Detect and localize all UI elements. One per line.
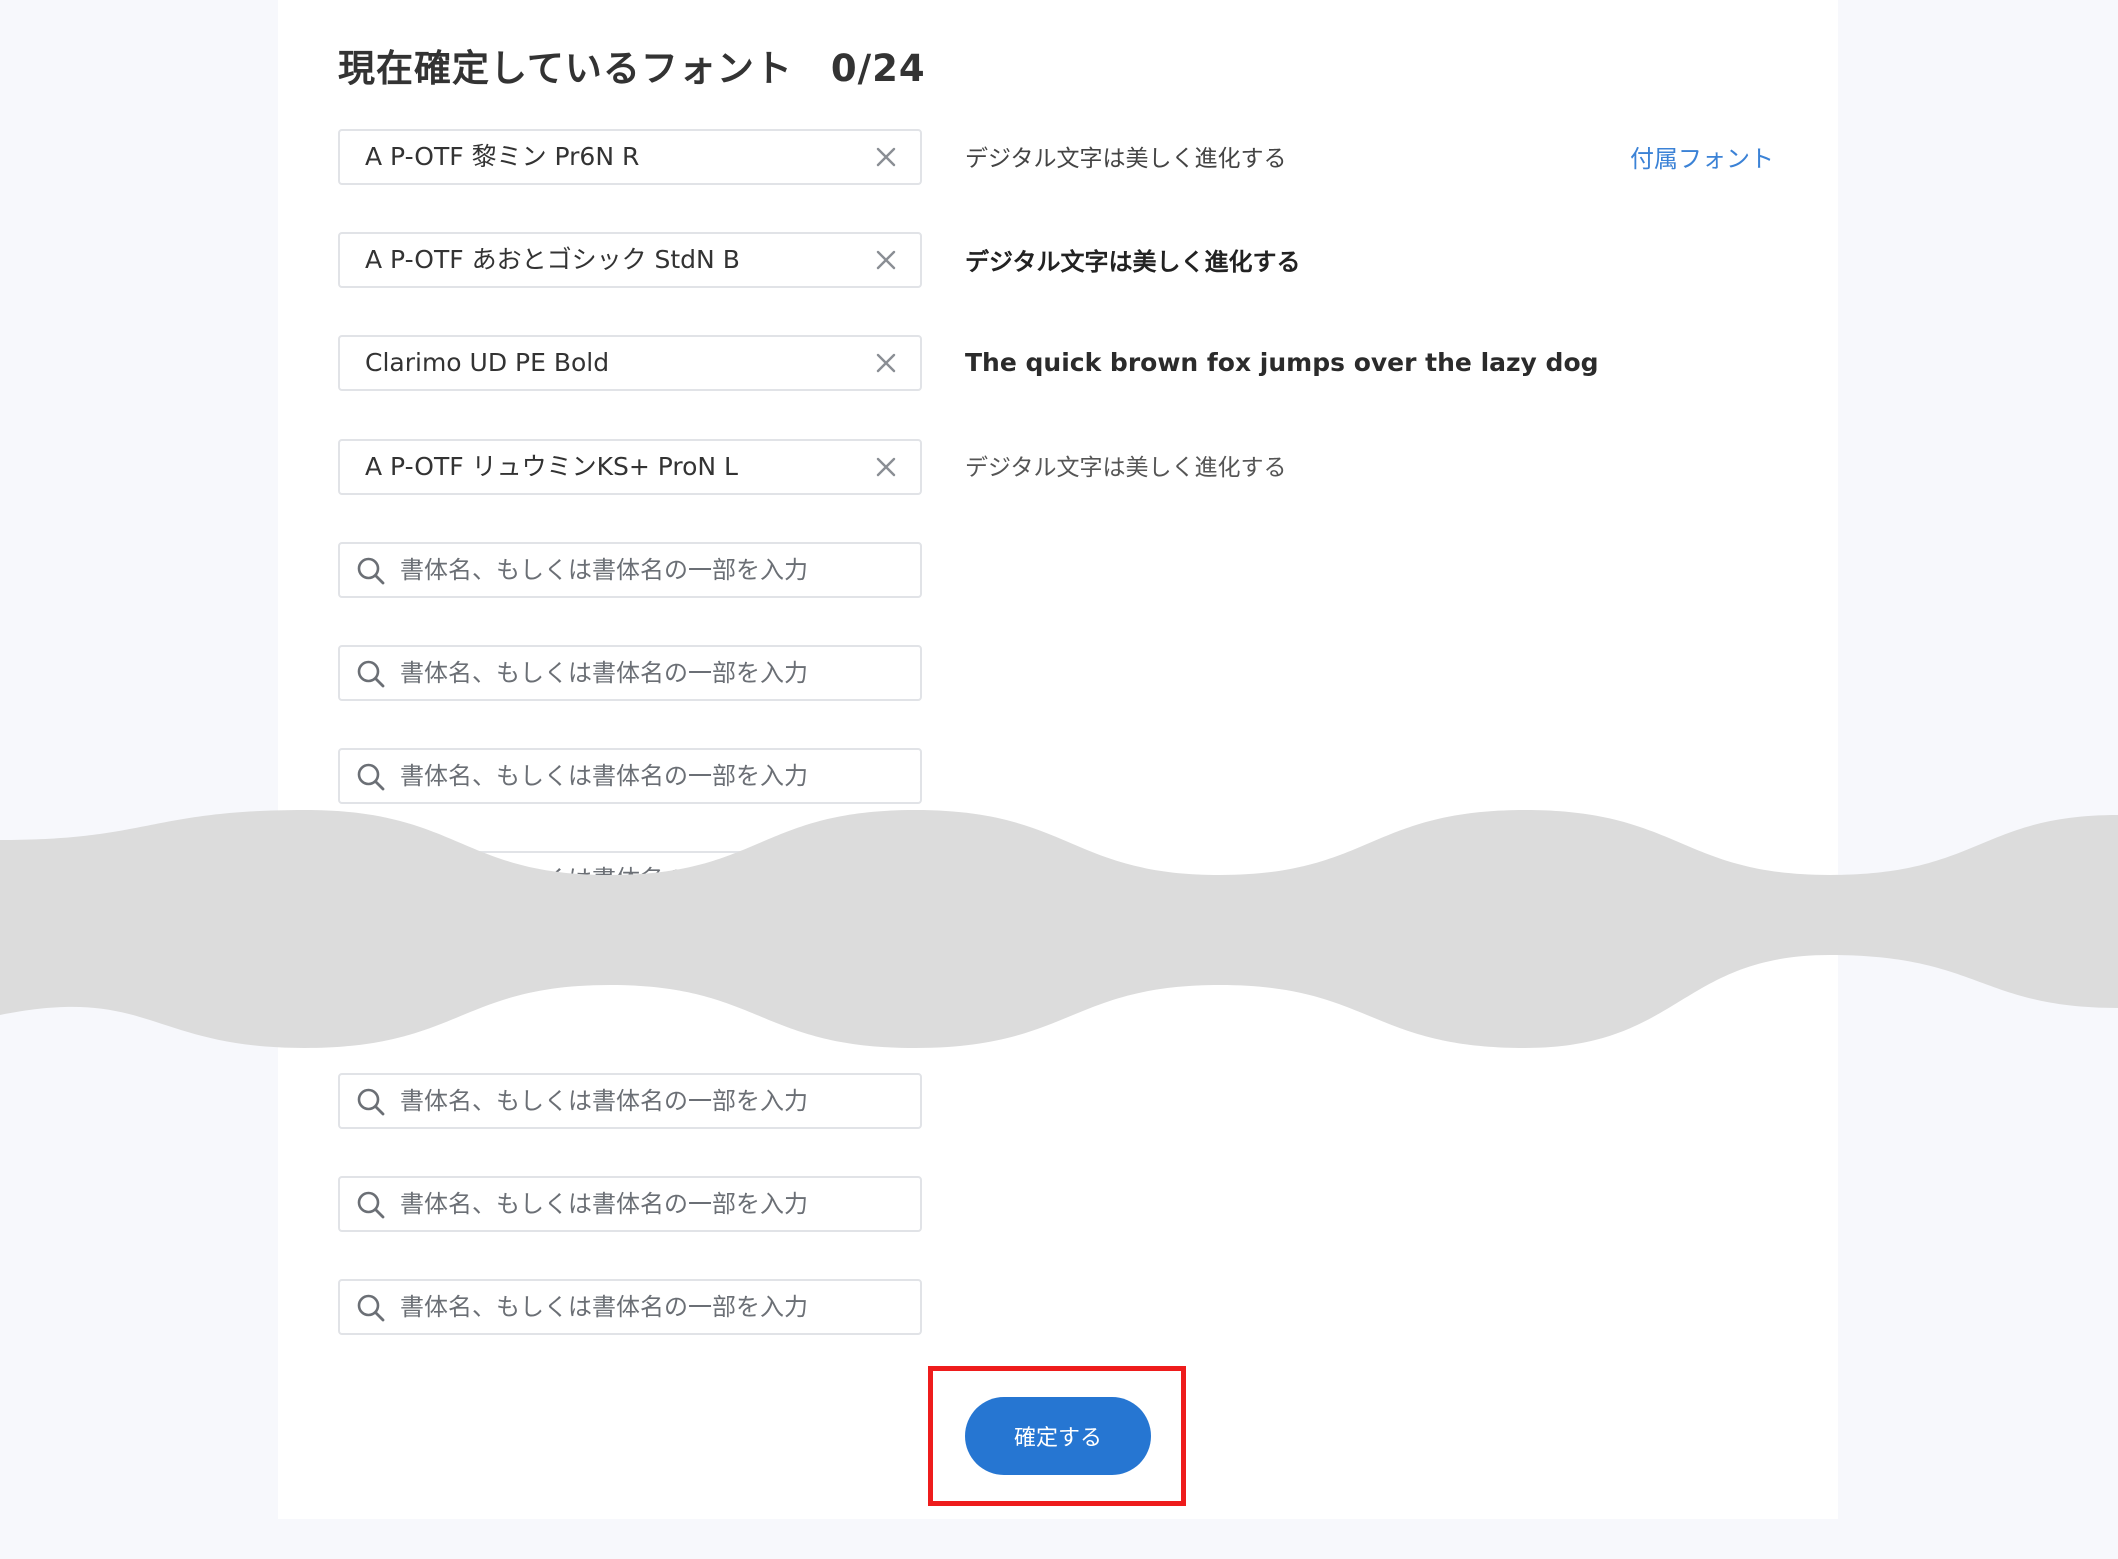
selected-font-field[interactable]: A P-OTF 黎ミン Pr6N R [338, 129, 922, 185]
close-icon[interactable] [874, 455, 898, 479]
selected-font-name: A P-OTF リュウミンKS+ ProN L [365, 452, 738, 481]
selected-font-field[interactable]: Clarimo UD PE Bold [338, 335, 922, 391]
selected-font-field[interactable]: A P-OTF あおとゴシック StdN B [338, 232, 922, 288]
search-icon [357, 1191, 385, 1219]
omission-wave [0, 810, 2118, 1048]
font-search-input[interactable] [400, 1178, 900, 1230]
selected-font-name: A P-OTF 黎ミン Pr6N R [365, 142, 640, 171]
search-icon [357, 660, 385, 688]
bundled-font-link[interactable]: 付属フォント [1630, 131, 1774, 187]
font-search-input[interactable] [400, 1075, 900, 1127]
font-sample-text: デジタル文字は美しく進化する [965, 146, 1287, 172]
font-search-field[interactable] [338, 748, 922, 804]
font-sample-text: デジタル文字は美しく進化する [965, 248, 1301, 276]
font-search-input[interactable] [400, 1281, 900, 1333]
search-icon [357, 1294, 385, 1322]
font-search-field[interactable] [338, 542, 922, 598]
selected-font-name: Clarimo UD PE Bold [365, 348, 610, 377]
close-icon[interactable] [874, 248, 898, 272]
close-icon[interactable] [874, 351, 898, 375]
font-search-input[interactable] [400, 647, 900, 699]
search-icon [357, 1088, 385, 1116]
page-title: 現在確定しているフォント 0/24 [338, 38, 926, 92]
font-sample-text: デジタル文字は美しく進化する [965, 455, 1287, 481]
confirmed-count: 0/24 [830, 47, 926, 90]
font-search-field[interactable] [338, 1176, 922, 1232]
font-search-field[interactable] [338, 1279, 922, 1335]
selected-font-name: A P-OTF あおとゴシック StdN B [365, 245, 740, 274]
font-search-input[interactable] [400, 544, 900, 596]
search-icon [357, 557, 385, 585]
search-icon [357, 763, 385, 791]
title-text: 現在確定しているフォント [338, 47, 793, 90]
confirm-button[interactable]: 確定する [965, 1397, 1151, 1475]
close-icon[interactable] [874, 145, 898, 169]
font-search-field[interactable] [338, 1073, 922, 1129]
selected-font-field[interactable]: A P-OTF リュウミンKS+ ProN L [338, 439, 922, 495]
font-search-input[interactable] [400, 750, 900, 802]
font-search-field[interactable] [338, 645, 922, 701]
font-sample-text: The quick brown fox jumps over the lazy … [965, 348, 1599, 377]
